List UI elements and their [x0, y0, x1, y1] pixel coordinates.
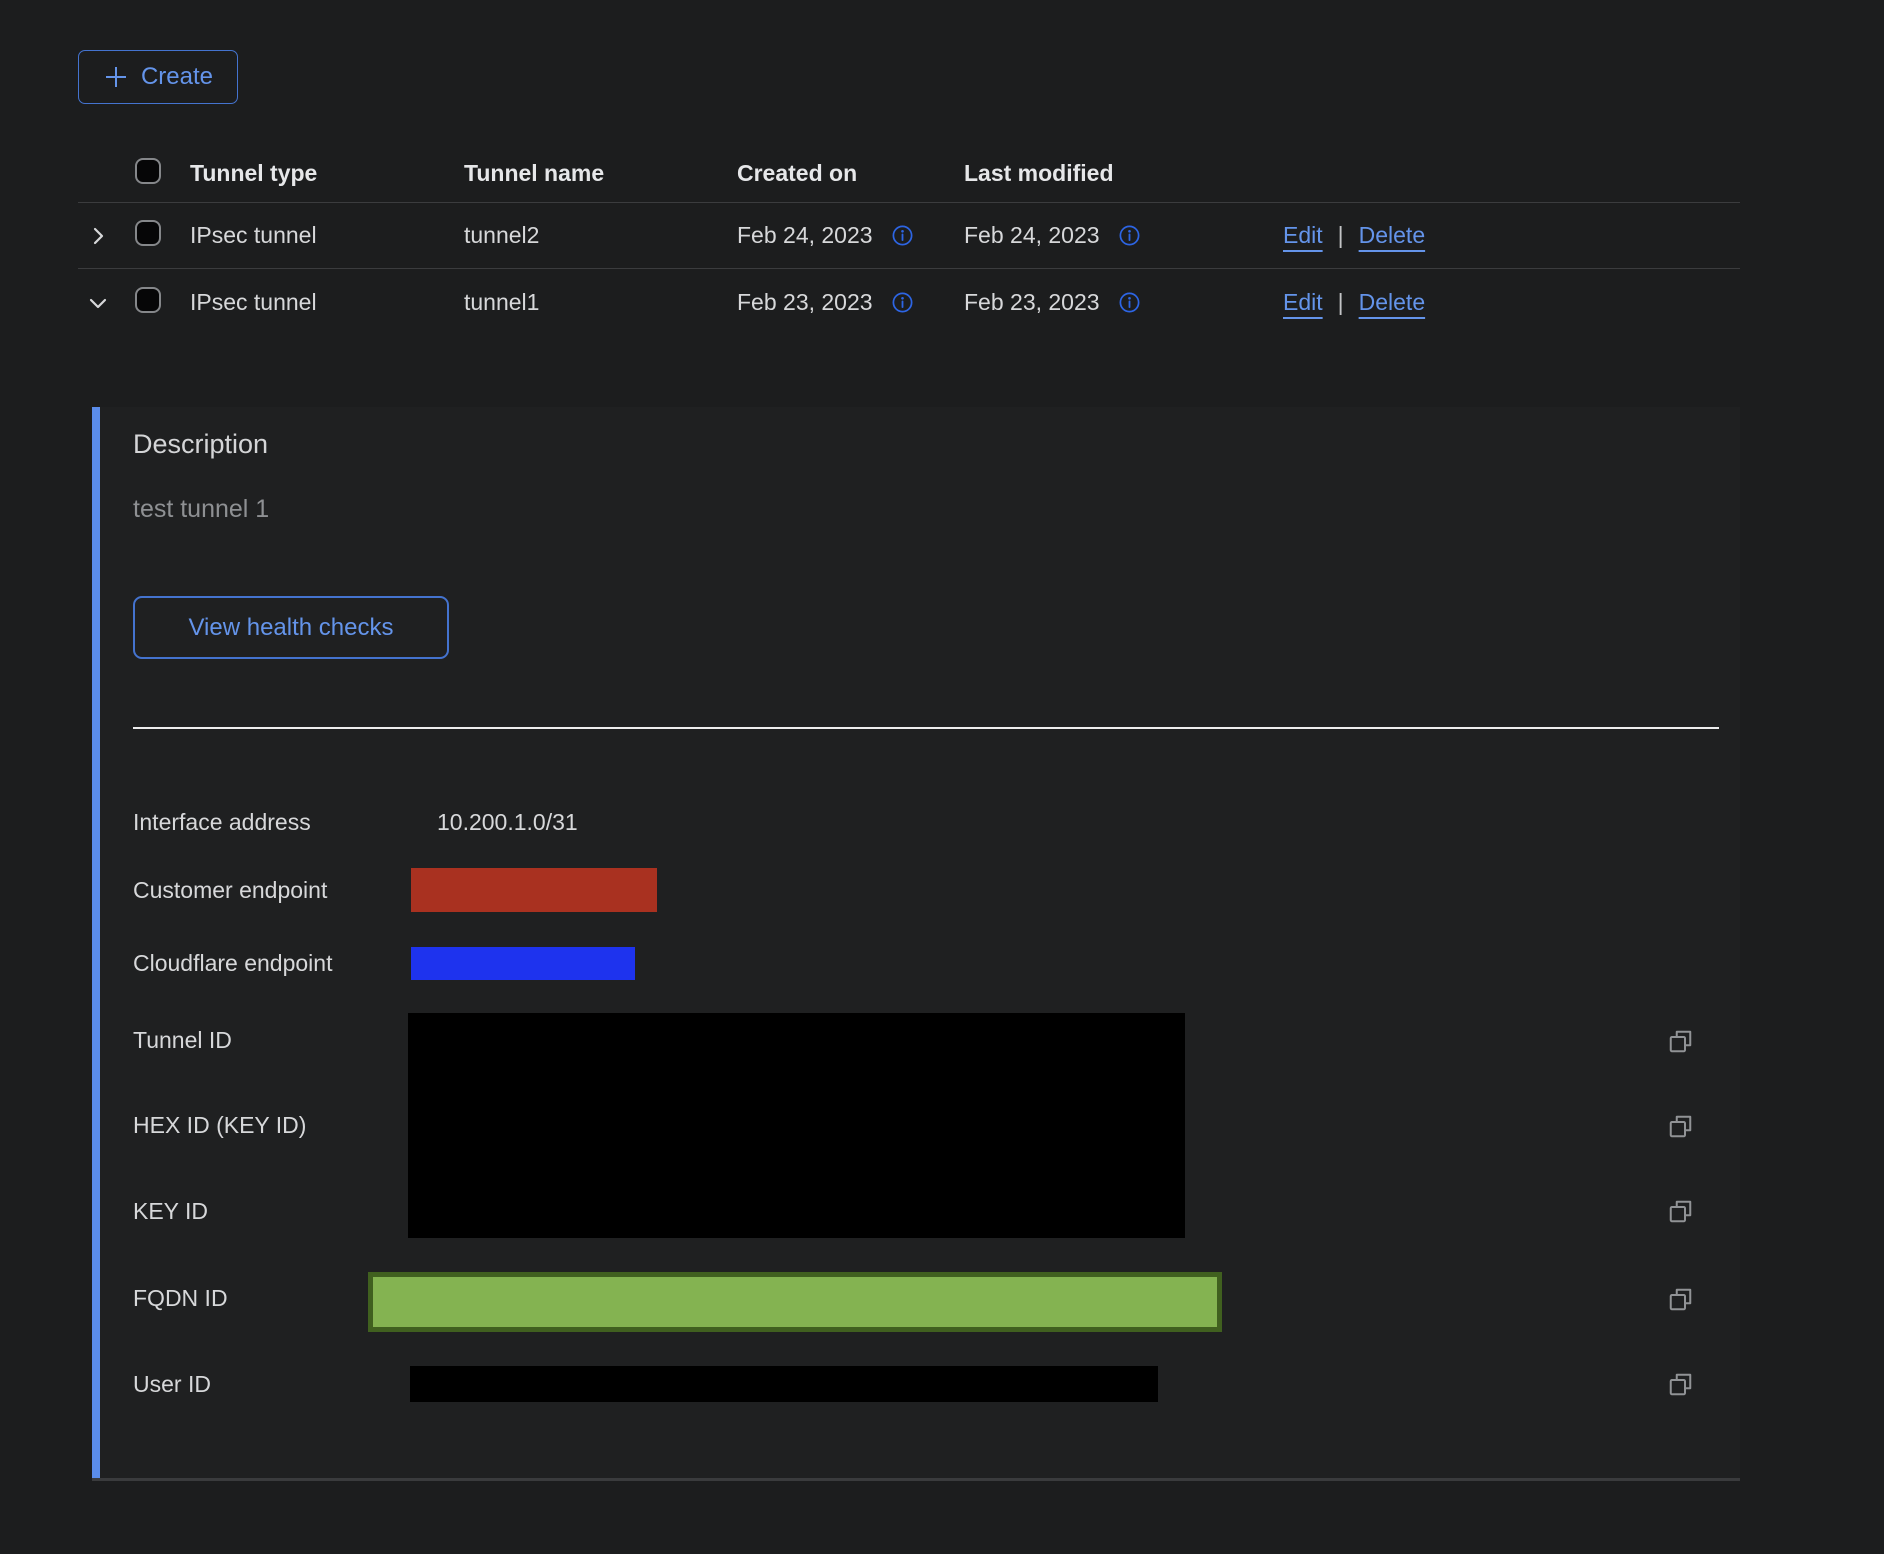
header-tunnel-type: Tunnel type: [190, 160, 464, 187]
create-button-label: Create: [141, 63, 213, 91]
tunnel-type-cell: IPsec tunnel: [190, 222, 464, 249]
hex-id-label: HEX ID (KEY ID): [133, 1112, 306, 1139]
last-modified-cell: Feb 24, 2023: [964, 222, 1100, 249]
description-value: test tunnel 1: [133, 495, 269, 524]
fqdn-id-label: FQDN ID: [133, 1285, 228, 1312]
row-checkbox[interactable]: [135, 220, 161, 246]
copy-fqdn-id-button[interactable]: [1666, 1283, 1698, 1315]
fqdn-id-redaction: [368, 1272, 1222, 1332]
info-icon[interactable]: [1118, 224, 1141, 247]
tunnel-type-cell: IPsec tunnel: [190, 289, 464, 316]
customer-endpoint-label: Customer endpoint: [133, 877, 327, 904]
delete-link[interactable]: Delete: [1359, 222, 1425, 249]
section-divider: [133, 727, 1719, 729]
info-icon[interactable]: [891, 224, 914, 247]
description-heading: Description: [133, 429, 268, 460]
header-tunnel-name: Tunnel name: [464, 160, 737, 187]
edit-link[interactable]: Edit: [1283, 222, 1323, 249]
tunnel-name-cell: tunnel1: [464, 289, 737, 316]
collapse-chevron-down-icon[interactable]: [86, 291, 125, 315]
delete-link[interactable]: Delete: [1359, 289, 1425, 316]
user-id-label: User ID: [133, 1371, 211, 1398]
create-button[interactable]: Create: [78, 50, 238, 104]
header-created-on: Created on: [737, 160, 964, 187]
tunnel-id-label: Tunnel ID: [133, 1027, 232, 1054]
table-row-tunnel2: IPsec tunnel tunnel2 Feb 24, 2023 Feb 24…: [78, 203, 1740, 269]
view-health-checks-button[interactable]: View health checks: [133, 596, 449, 659]
interface-address-value: 10.200.1.0/31: [437, 809, 578, 836]
created-on-cell: Feb 24, 2023: [737, 222, 873, 249]
edit-link[interactable]: Edit: [1283, 289, 1323, 316]
interface-address-label: Interface address: [133, 809, 311, 836]
expand-chevron-right-icon[interactable]: [86, 224, 125, 248]
tunnels-page: Create Tunnel type Tunnel name Created o…: [0, 0, 1884, 1554]
cloudflare-endpoint-redaction: [411, 947, 635, 980]
tunnel-detail-panel: Description test tunnel 1 View health ch…: [92, 407, 1740, 1481]
row-checkbox[interactable]: [135, 287, 161, 313]
key-id-label: KEY ID: [133, 1198, 208, 1225]
ids-redaction: [408, 1013, 1185, 1238]
user-id-redaction: [410, 1366, 1158, 1402]
info-icon[interactable]: [891, 291, 914, 314]
created-on-cell: Feb 23, 2023: [737, 289, 873, 316]
actions-separator: |: [1338, 222, 1344, 249]
copy-tunnel-id-button[interactable]: [1666, 1025, 1698, 1057]
cloudflare-endpoint-label: Cloudflare endpoint: [133, 950, 332, 977]
table-row-tunnel1: IPsec tunnel tunnel1 Feb 23, 2023 Feb 23…: [78, 269, 1740, 336]
info-icon[interactable]: [1118, 291, 1141, 314]
copy-key-id-button[interactable]: [1666, 1195, 1698, 1227]
expanded-accent-bar: [92, 407, 100, 1478]
tunnel-name-cell: tunnel2: [464, 222, 737, 249]
last-modified-cell: Feb 23, 2023: [964, 289, 1100, 316]
tunnels-table: Tunnel type Tunnel name Created on Last …: [78, 145, 1740, 336]
copy-user-id-button[interactable]: [1666, 1368, 1698, 1400]
select-all-checkbox[interactable]: [135, 158, 161, 184]
table-header-row: Tunnel type Tunnel name Created on Last …: [78, 145, 1740, 203]
copy-hex-id-button[interactable]: [1666, 1110, 1698, 1142]
header-last-modified: Last modified: [964, 160, 1283, 187]
actions-separator: |: [1338, 289, 1344, 316]
plus-icon: [103, 64, 129, 90]
customer-endpoint-redaction: [411, 868, 657, 912]
